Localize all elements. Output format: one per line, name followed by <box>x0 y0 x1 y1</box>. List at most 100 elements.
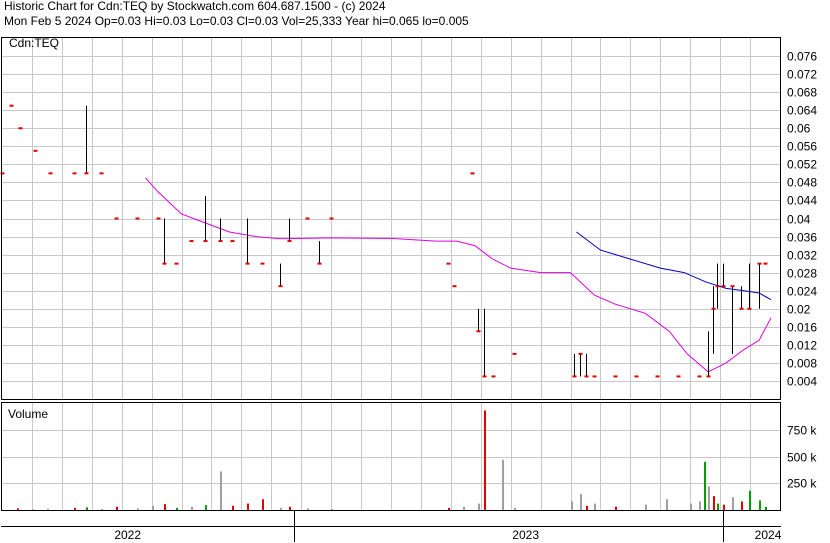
price-tick-label: 0.064 <box>787 104 817 118</box>
volume-bar <box>164 504 166 510</box>
price-bar-close <box>655 375 660 378</box>
volume-bar <box>690 503 692 510</box>
volume-bar <box>502 459 504 510</box>
price-bar-close <box>763 262 768 265</box>
volume-bar <box>594 503 596 510</box>
price-tick-label: 0.004 <box>787 375 817 389</box>
price-bar-close <box>721 285 726 288</box>
volume-bar <box>205 505 207 510</box>
price-bar-close <box>634 375 639 378</box>
price-bar-close <box>9 104 14 107</box>
price-bar-close <box>578 352 583 355</box>
volume-grid <box>2 403 780 510</box>
x-axis-year-label: 2023 <box>512 528 539 542</box>
price-bar-close <box>584 375 589 378</box>
price-bar-close <box>757 262 762 265</box>
price-bar-close <box>446 262 451 265</box>
volume-bar <box>101 508 103 510</box>
volume-tick-label: 250 k <box>787 477 817 491</box>
price-tick-label: 0.008 <box>787 357 817 371</box>
price-bar-close <box>476 330 481 333</box>
volume-bar <box>191 506 193 510</box>
price-tick-label: 0.052 <box>787 158 817 172</box>
price-bar-close <box>230 240 235 243</box>
volume-bar <box>666 499 668 510</box>
volume-bar <box>580 493 582 510</box>
volume-bar <box>514 507 516 510</box>
volume-bar <box>484 410 486 510</box>
price-bar-close <box>711 307 716 310</box>
x-axis-year-label: 2022 <box>114 528 141 542</box>
price-bar-close <box>482 375 487 378</box>
volume-bar <box>262 499 264 510</box>
volume-bar <box>448 507 450 510</box>
volume-bar <box>645 504 647 510</box>
volume-bar <box>732 497 734 510</box>
price-panel-title: Cdn:TEQ <box>9 36 59 50</box>
volume-bar <box>717 503 719 510</box>
price-tick-label: 0.056 <box>787 140 817 154</box>
moving-average-magenta-line <box>145 177 772 373</box>
price-tick-label: 0.02 <box>787 303 811 317</box>
price-bar-close <box>613 375 618 378</box>
price-tick-label: 0.04 <box>787 213 811 227</box>
volume-bar <box>307 508 309 510</box>
price-tick-label: 0.024 <box>787 285 817 299</box>
volume-bar <box>74 507 76 510</box>
price-tick-label: 0.016 <box>787 321 817 335</box>
price-bar-close <box>452 285 457 288</box>
price-bar-close <box>245 262 250 265</box>
volume-bar <box>152 505 154 510</box>
volume-tick-label: 500 k <box>787 451 817 465</box>
price-tick-label: 0.06 <box>787 122 811 136</box>
price-bar-close <box>189 240 194 243</box>
volume-bar <box>232 505 234 510</box>
price-bar-close <box>305 217 310 220</box>
volume-bar <box>280 507 282 510</box>
volume-tick-label: 750 k <box>787 424 817 438</box>
price-bar-close <box>48 172 53 175</box>
stock-chart: 0.004 0.008 0.012 0.016 0.02 0.024 0.028 0.032 0… <box>0 36 817 542</box>
price-tick-label: 0.028 <box>787 267 817 281</box>
price-bar-close <box>287 240 292 243</box>
volume-bar <box>759 500 761 510</box>
price-tick-label: 0.032 <box>787 249 817 263</box>
volume-axis-ticks: 250 k 500 k 750 k <box>787 424 817 491</box>
volume-bar <box>704 461 706 510</box>
volume-bar <box>176 507 178 510</box>
price-bar-close <box>99 172 104 175</box>
volume-bar <box>86 507 88 510</box>
price-bar-close <box>747 307 752 310</box>
price-bar-close <box>329 217 334 220</box>
volume-bar <box>615 506 617 510</box>
price-bar-close <box>278 285 283 288</box>
price-bar-close <box>162 262 167 265</box>
price-tick-label: 0.048 <box>787 176 817 190</box>
price-grid <box>2 38 780 399</box>
price-bar-close <box>135 217 140 220</box>
price-axis-ticks: 0.004 0.008 0.012 0.016 0.02 0.024 0.028 0.032 0… <box>787 50 817 389</box>
price-bar-close <box>697 375 702 378</box>
volume-bar <box>247 503 249 510</box>
volume-bar <box>478 503 480 510</box>
x-axis-year-label: 2024 <box>755 528 782 542</box>
price-bar-close <box>512 352 517 355</box>
volume-bar <box>137 508 139 510</box>
price-bar-close <box>676 375 681 378</box>
volume-bar <box>713 496 715 510</box>
volume-bar <box>116 506 118 510</box>
volume-panel-title: Volume <box>8 407 48 421</box>
volume-bar <box>765 506 767 510</box>
price-bar-close <box>18 127 23 130</box>
price-bar-close <box>317 262 322 265</box>
price-tick-label: 0.012 <box>787 339 817 353</box>
price-bar-close <box>156 217 161 220</box>
volume-bar <box>220 471 222 510</box>
price-bar-close <box>114 217 119 220</box>
volume-bar <box>463 506 465 510</box>
price-bar-close <box>572 375 577 378</box>
volume-bar <box>586 505 588 510</box>
price-bars <box>0 104 768 378</box>
price-bar-close <box>592 375 597 378</box>
price-bar-close <box>84 172 89 175</box>
